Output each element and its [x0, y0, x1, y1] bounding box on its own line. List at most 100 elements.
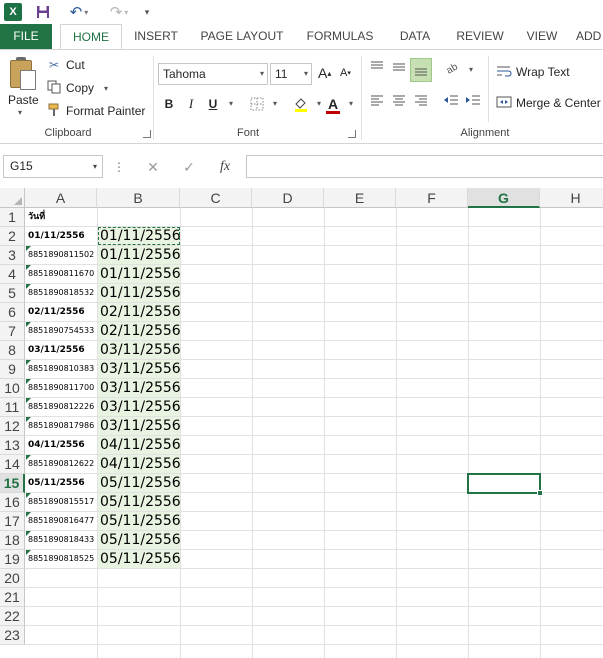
align-bottom-icon[interactable]	[410, 58, 432, 82]
underline-button[interactable]: U	[204, 94, 222, 114]
tab-formulas[interactable]: FORMULAS	[302, 24, 378, 49]
cell-a1[interactable]: วันที่	[26, 208, 97, 226]
cell-a6[interactable]: 02/11/2556	[26, 303, 97, 321]
cell-b13[interactable]: 04/11/2556	[98, 436, 180, 454]
cell-a13[interactable]: 04/11/2556	[26, 436, 97, 454]
row-header-4[interactable]: 4	[0, 265, 25, 284]
save-icon[interactable]	[34, 3, 52, 21]
row-header-6[interactable]: 6	[0, 303, 25, 322]
active-cell-selection[interactable]	[467, 473, 543, 496]
format-painter-button[interactable]: Format Painter	[46, 103, 145, 119]
underline-dropdown-icon[interactable]: ▾	[222, 94, 240, 114]
cell-b3[interactable]: 01/11/2556	[98, 246, 180, 264]
column-header-c[interactable]: C	[180, 188, 252, 208]
cancel-icon[interactable]: ✕	[142, 157, 164, 177]
row-header-19[interactable]: 19	[0, 550, 25, 569]
cell-a4[interactable]: 8851890811670	[26, 265, 97, 283]
row-header-8[interactable]: 8	[0, 341, 25, 360]
cell-b6[interactable]: 02/11/2556	[98, 303, 180, 321]
merge-center-button[interactable]: Merge & Center	[496, 95, 601, 111]
tab-review[interactable]: REVIEW	[452, 24, 508, 49]
column-header-f[interactable]: F	[396, 188, 468, 208]
column-header-e[interactable]: E	[324, 188, 396, 208]
row-header-7[interactable]: 7	[0, 322, 25, 341]
shrink-font-button[interactable]: A ▾	[340, 67, 351, 79]
row-header-5[interactable]: 5	[0, 284, 25, 303]
cell-b7[interactable]: 02/11/2556	[98, 322, 180, 340]
cell-a18[interactable]: 8851890818433	[26, 531, 97, 549]
undo-icon[interactable]: ↶ ▾	[64, 3, 94, 21]
cell-a11[interactable]: 8851890812226	[26, 398, 97, 416]
cell-b9[interactable]: 03/11/2556	[98, 360, 180, 378]
row-header-10[interactable]: 10	[0, 379, 25, 398]
tab-data[interactable]: DATA	[392, 24, 438, 49]
cell-a5[interactable]: 8851890818532	[26, 284, 97, 302]
row-header-22[interactable]: 22	[0, 607, 25, 626]
fill-color-icon[interactable]	[292, 94, 310, 114]
cell-a19[interactable]: 8851890818525	[26, 550, 97, 568]
column-header-d[interactable]: D	[252, 188, 324, 208]
row-header-15[interactable]: 15	[0, 474, 25, 493]
italic-button[interactable]: I	[182, 94, 200, 114]
paste-button[interactable]: Paste	[8, 93, 39, 107]
cell-b4[interactable]: 01/11/2556	[98, 265, 180, 283]
cell-b12[interactable]: 03/11/2556	[98, 417, 180, 435]
orientation-icon[interactable]: ab	[444, 60, 462, 80]
row-header-17[interactable]: 17	[0, 512, 25, 531]
cell-a9[interactable]: 8851890810383	[26, 360, 97, 378]
customize-qat-icon[interactable]: ▾	[140, 3, 154, 21]
grow-font-button[interactable]: A ▴	[318, 65, 331, 81]
cell-b17[interactable]: 05/11/2556	[98, 512, 180, 530]
cell-b16[interactable]: 05/11/2556	[98, 493, 180, 511]
cell-a3[interactable]: 8851890811502	[26, 246, 97, 264]
align-middle-icon[interactable]	[390, 60, 408, 80]
tab-home[interactable]: HOME	[60, 24, 122, 50]
fill-handle[interactable]	[537, 490, 543, 496]
tab-insert[interactable]: INSERT	[130, 24, 182, 49]
row-header-11[interactable]: 11	[0, 398, 25, 417]
cell-a10[interactable]: 8851890811700	[26, 379, 97, 397]
enter-icon[interactable]: ✓	[178, 157, 200, 177]
cell-b8[interactable]: 03/11/2556	[98, 341, 180, 359]
orientation-dropdown-icon[interactable]: ▾	[462, 60, 480, 80]
cell-a14[interactable]: 8851890812622	[26, 455, 97, 473]
formula-input[interactable]	[246, 155, 603, 178]
insert-function-icon[interactable]: fx	[214, 157, 236, 177]
borders-icon[interactable]	[248, 94, 266, 114]
cell-b10[interactable]: 03/11/2556	[98, 379, 180, 397]
column-header-g[interactable]: G	[468, 188, 540, 208]
cell-a2[interactable]: 01/11/2556	[26, 227, 97, 245]
clipboard-launcher-icon[interactable]	[143, 130, 151, 138]
copy-button[interactable]: Copy ▾	[46, 80, 108, 96]
cut-button[interactable]: ✂ Cut	[46, 57, 85, 73]
cell-a8[interactable]: 03/11/2556	[26, 341, 97, 359]
cell-a7[interactable]: 8851890754533	[26, 322, 97, 340]
row-header-9[interactable]: 9	[0, 360, 25, 379]
align-left-icon[interactable]	[368, 93, 386, 113]
row-header-2[interactable]: 2	[0, 227, 25, 246]
cell-b2[interactable]: 01/11/2556	[98, 227, 180, 245]
cell-b5[interactable]: 01/11/2556	[98, 284, 180, 302]
font-color-button[interactable]: A	[324, 94, 342, 114]
align-center-icon[interactable]	[390, 93, 408, 113]
cell-a12[interactable]: 8851890817986	[26, 417, 97, 435]
tab-file[interactable]: FILE	[0, 24, 52, 49]
copy-dropdown-icon[interactable]: ▾	[104, 84, 108, 93]
cell-b14[interactable]: 04/11/2556	[98, 455, 180, 473]
row-header-13[interactable]: 13	[0, 436, 25, 455]
cell-b11[interactable]: 03/11/2556	[98, 398, 180, 416]
decrease-indent-icon[interactable]	[442, 93, 460, 113]
font-name-combo[interactable]: Tahoma ▾	[158, 63, 268, 85]
column-header-a[interactable]: A	[25, 188, 97, 208]
row-header-20[interactable]: 20	[0, 569, 25, 588]
column-header-b[interactable]: B	[97, 188, 180, 208]
row-header-12[interactable]: 12	[0, 417, 25, 436]
paste-dropdown-icon[interactable]: ▾	[18, 108, 22, 117]
increase-indent-icon[interactable]	[464, 93, 482, 113]
align-right-icon[interactable]	[412, 93, 430, 113]
bold-button[interactable]: B	[160, 94, 178, 114]
cell-b15[interactable]: 05/11/2556	[98, 474, 180, 492]
row-header-16[interactable]: 16	[0, 493, 25, 512]
row-header-23[interactable]: 23	[0, 626, 25, 645]
redo-icon[interactable]: ↷ ▾	[104, 3, 134, 21]
